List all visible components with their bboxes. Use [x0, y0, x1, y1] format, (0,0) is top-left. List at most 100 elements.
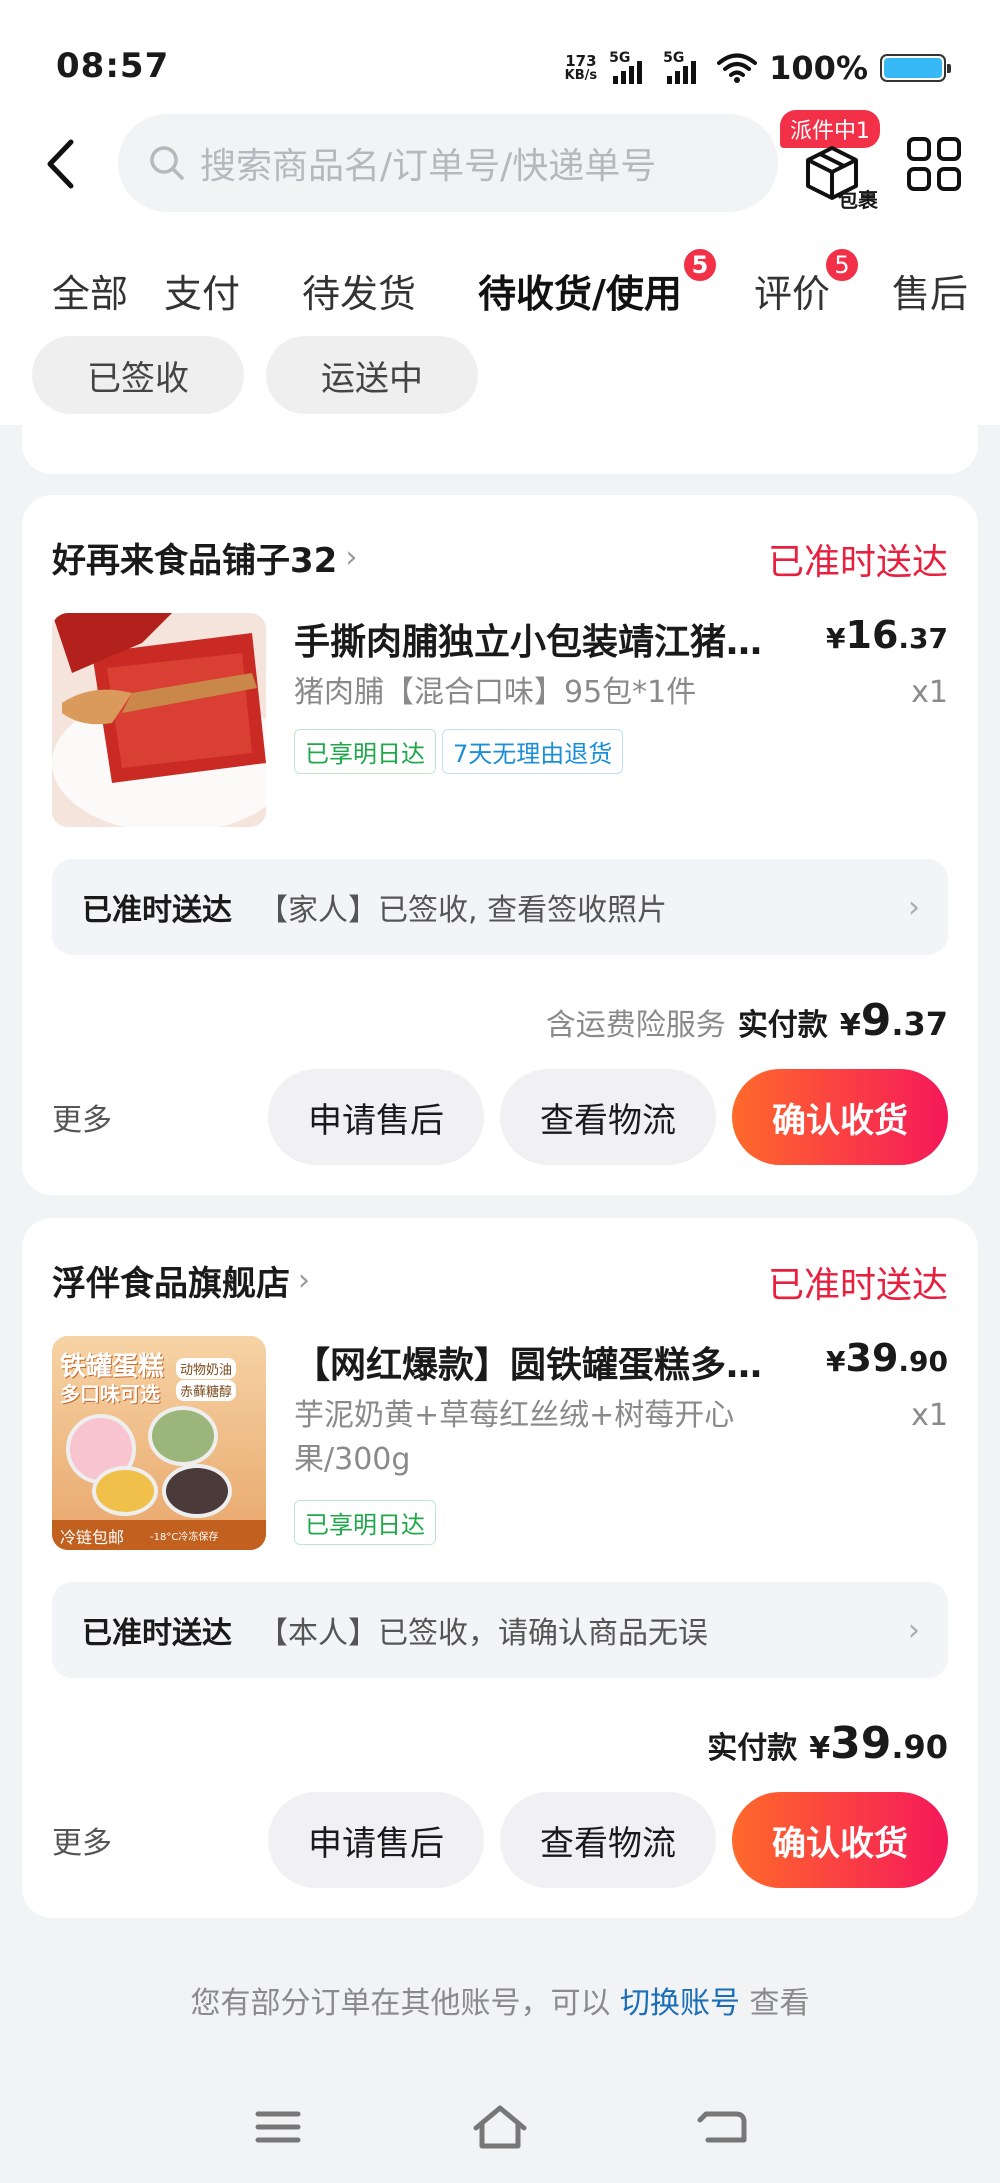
wifi-icon: [717, 53, 758, 83]
net-speed-unit: KB/s: [564, 68, 598, 83]
cake-image-badge: 赤藓糖醇: [176, 1380, 237, 1401]
switch-account-link[interactable]: 切换账号: [620, 1986, 740, 2021]
order-status: 已准时送达: [767, 1265, 948, 1306]
product-spec: 猪肉脯【混合口味】95包*1件: [294, 675, 697, 710]
grid-menu-icon[interactable]: [906, 136, 962, 192]
tab-review[interactable]: 评价 5: [754, 247, 860, 318]
price-integer: 16: [845, 613, 899, 657]
tracking-lead: 已准时送达: [82, 1616, 232, 1651]
jerky-image: [52, 613, 266, 827]
cake-image: 铁罐蛋糕 多口味可选 动物奶油 赤藓糖醇 冷链包邮 -18°C冷冻保存: [52, 1336, 266, 1550]
paid-decimal: .37: [891, 1005, 948, 1043]
paid-symbol: ¥: [809, 1731, 831, 1766]
shop-name-link[interactable]: 好再来食品铺子32 ›: [52, 533, 357, 582]
confirm-receipt-button[interactable]: 确认收货: [732, 1069, 948, 1165]
shop-name: 好再来食品铺子32: [52, 541, 338, 581]
view-logistics-button[interactable]: 查看物流: [500, 1792, 716, 1888]
shop-name-link[interactable]: 浮伴食品旗舰店 ›: [52, 1256, 310, 1305]
cake-image-footer: 冷链包邮: [60, 1528, 125, 1547]
shop-name: 浮伴食品旗舰店: [52, 1264, 290, 1304]
view-logistics-button[interactable]: 查看物流: [500, 1069, 716, 1165]
chevron-left-icon: [47, 139, 74, 189]
paid-label: 实付款: [737, 1008, 828, 1043]
system-nav-bar: [0, 2080, 1000, 2183]
battery-icon: [880, 54, 951, 82]
product-quantity: x1: [911, 1398, 948, 1433]
order-status: 已准时送达: [767, 542, 948, 583]
home-icon[interactable]: [470, 2100, 530, 2154]
status-icons: 173 KB/s 5G 5G 100%: [564, 48, 951, 88]
tracking-text: 【本人】已签收，请确认商品无误: [258, 1616, 708, 1651]
chevron-right-icon: ›: [345, 540, 358, 575]
package-badge: 派件中1: [780, 110, 880, 148]
price-decimal: .37: [898, 622, 948, 655]
tracking-row[interactable]: 已准时送达 【家人】已签收, 查看签收照片 ›: [52, 859, 948, 955]
chevron-right-icon: ›: [298, 1263, 310, 1298]
product-image[interactable]: [52, 613, 266, 827]
tag-7day-return: 7天无理由退货: [442, 729, 624, 774]
chevron-right-icon: ›: [908, 1612, 920, 1648]
price-symbol: ¥: [826, 1345, 846, 1378]
search-input[interactable]: 搜索商品名/订单号/快递单号: [118, 114, 778, 212]
product-title[interactable]: 手撕肉脯独立小包装靖江猪肉脯: [294, 613, 794, 665]
product-title[interactable]: 【网红爆款】圆铁罐蛋糕多口味可选: [294, 1336, 794, 1388]
top-header: 08:57 173 KB/s 5G 5G 100% 搜索商品名/订单号/快递单号…: [0, 0, 1000, 425]
price-decimal: .90: [898, 1345, 948, 1378]
product-image[interactable]: 铁罐蛋糕 多口味可选 动物奶油 赤藓糖醇 冷链包邮 -18°C冷冻保存: [52, 1336, 266, 1550]
paid-amount: ¥39.90: [809, 1718, 948, 1769]
paid-integer: 9: [860, 995, 892, 1046]
tracking-text: 【家人】已签收, 查看签收照片: [258, 893, 668, 928]
order-tabs: 全部 支付 待发货 待收货/使用 5 评价 5 售后: [0, 225, 1000, 325]
order-card: 浮伴食品旗舰店 › 已准时送达 铁罐蛋糕 多口味可选 动物奶油 赤藓糖醇 冷链包…: [22, 1218, 978, 1918]
tracking-lead: 已准时送达: [82, 893, 232, 928]
apply-after-sale-button[interactable]: 申请售后: [268, 1792, 484, 1888]
menu-lines-icon[interactable]: [248, 2100, 308, 2154]
package-button[interactable]: 派件中1 包裹: [780, 110, 892, 220]
tab-review-label: 评价: [754, 272, 831, 316]
price-integer: 39: [845, 1336, 899, 1380]
cake-image-subtitle: 多口味可选: [60, 1382, 160, 1406]
net-speed-value: 173: [565, 52, 597, 70]
tab-to-receive[interactable]: 待收货/使用 5: [478, 247, 718, 318]
tab-to-ship[interactable]: 待发货: [302, 263, 416, 318]
tag-next-day: 已享明日达: [294, 1500, 436, 1545]
paid-label: 实付款: [707, 1731, 798, 1766]
payment-summary: 实付款 ¥39.90: [707, 1718, 948, 1769]
other-account-note: 您有部分订单在其他账号，可以 切换账号 查看: [0, 1978, 1000, 2022]
search-icon: [150, 146, 184, 180]
signal-icon: 5G: [609, 50, 651, 86]
package-label: 包裹: [838, 188, 878, 212]
chip-signed[interactable]: 已签收: [32, 336, 244, 414]
tab-to-receive-badge: 5: [682, 247, 718, 283]
note-prefix: 您有部分订单在其他账号，可以: [190, 1986, 611, 2021]
tab-to-receive-label: 待收货/使用: [478, 272, 682, 316]
tracking-row[interactable]: 已准时送达 【本人】已签收，请确认商品无误 ›: [52, 1582, 948, 1678]
service-tags: 已享明日达 7天无理由退货: [294, 729, 624, 774]
note-suffix: 查看: [749, 1986, 810, 2021]
filter-chips: 已签收 运送中: [0, 336, 1000, 416]
cake-image-badge: 动物奶油: [176, 1358, 237, 1379]
chevron-right-icon: ›: [908, 889, 920, 925]
confirm-receipt-button[interactable]: 确认收货: [732, 1792, 948, 1888]
tab-review-badge: 5: [824, 247, 860, 283]
more-button[interactable]: 更多: [52, 1818, 112, 1862]
search-row: 搜索商品名/订单号/快递单号 派件中1 包裹: [0, 110, 1000, 225]
service-tags: 已享明日达: [294, 1500, 436, 1545]
paid-decimal: .90: [891, 1728, 948, 1766]
status-time: 08:57: [56, 46, 170, 86]
more-button[interactable]: 更多: [52, 1095, 112, 1139]
product-quantity: x1: [911, 675, 948, 710]
tab-all[interactable]: 全部: [52, 263, 128, 318]
tab-pay[interactable]: 支付: [164, 263, 240, 318]
back-arrow-icon[interactable]: [692, 2100, 752, 2154]
product-spec: 芋泥奶黄+草莓红丝绒+树莓开心果/300g: [294, 1398, 735, 1477]
tab-after-sale[interactable]: 售后: [892, 263, 968, 318]
apply-after-sale-button[interactable]: 申请售后: [268, 1069, 484, 1165]
insurance-label: 含运费险服务: [545, 1008, 726, 1043]
order-card: 好再来食品铺子32 › 已准时送达 手撕肉脯独立小包装靖江猪肉脯 ¥16.37 …: [22, 495, 978, 1195]
product-price: ¥39.90: [826, 1336, 948, 1380]
search-placeholder: 搜索商品名/订单号/快递单号: [200, 146, 657, 187]
back-button[interactable]: [38, 134, 82, 194]
payment-summary: 含运费险服务 实付款 ¥9.37: [546, 995, 948, 1046]
chip-in-transit[interactable]: 运送中: [266, 336, 478, 414]
